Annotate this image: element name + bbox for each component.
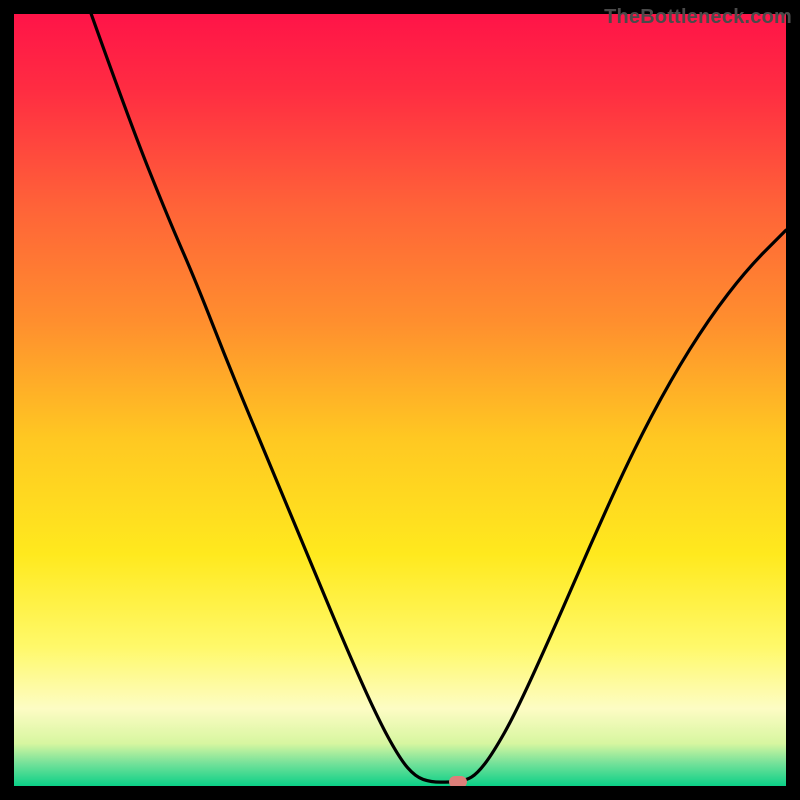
watermark-text: TheBottleneck.com: [604, 6, 792, 29]
minimum-marker: [449, 776, 467, 786]
chart-svg: [14, 14, 786, 786]
plot-area: [14, 14, 786, 786]
gradient-background: [14, 14, 786, 786]
chart-stage: TheBottleneck.com: [0, 0, 800, 800]
